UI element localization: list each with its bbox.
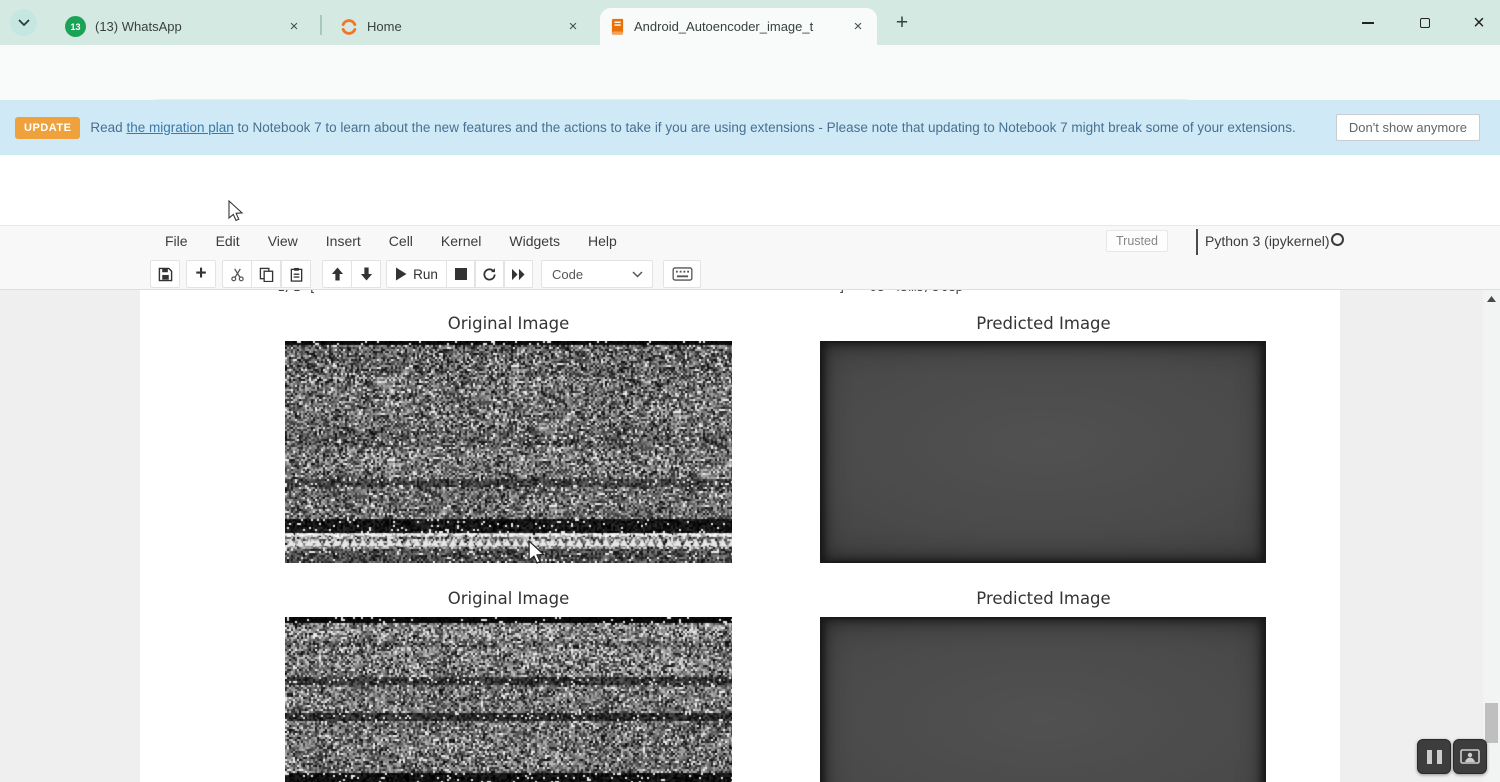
trusted-badge: Trusted bbox=[1106, 230, 1168, 252]
arrow-down-icon bbox=[360, 267, 373, 281]
plot-title-predicted-1: Predicted Image bbox=[820, 314, 1267, 333]
menu-insert[interactable]: Insert bbox=[312, 226, 375, 257]
update-badge: UPDATE bbox=[15, 117, 80, 139]
chevron-down-icon bbox=[632, 271, 643, 278]
notebook-menubar: File Edit View Insert Cell Kernel Widget… bbox=[0, 225, 1500, 257]
browser-toolbar: ← → localhost:8890/notebooks/Android_Aut… bbox=[0, 45, 1500, 100]
original-image-plot-1 bbox=[285, 341, 732, 563]
plot-title-predicted-2: Predicted Image bbox=[820, 589, 1267, 608]
fast-forward-icon bbox=[511, 268, 526, 281]
tab-label: (13) WhatsApp bbox=[95, 19, 277, 34]
play-icon bbox=[395, 267, 407, 281]
jupyter-header: jupyter Android_Autoencoder_image_train … bbox=[0, 155, 1500, 225]
close-icon[interactable]: × bbox=[849, 18, 867, 36]
scissors-icon bbox=[230, 267, 245, 282]
cut-cell-button[interactable] bbox=[222, 260, 252, 288]
screen: { "browser": { "tabs": [ { "label": "(13… bbox=[0, 0, 1500, 782]
notebook-container: 1/1 [ ] - 0s 45ms/step Original Image Pr… bbox=[140, 290, 1340, 782]
add-cell-button[interactable]: + bbox=[186, 260, 216, 288]
window-minimize-button[interactable] bbox=[1357, 12, 1379, 34]
pause-recording-button[interactable] bbox=[1417, 739, 1451, 774]
save-button[interactable] bbox=[150, 260, 180, 288]
page-scrollbar[interactable] bbox=[1483, 290, 1500, 782]
menu-kernel[interactable]: Kernel bbox=[427, 226, 495, 257]
interrupt-kernel-button[interactable] bbox=[446, 260, 475, 288]
tab-search-button[interactable] bbox=[10, 9, 37, 36]
restart-run-all-button[interactable] bbox=[504, 260, 533, 288]
webcam-image-icon bbox=[1460, 749, 1480, 764]
move-cell-down-button[interactable] bbox=[351, 260, 381, 288]
menu-edit[interactable]: Edit bbox=[202, 226, 254, 257]
recorder-overlay bbox=[1417, 739, 1487, 774]
menu-help[interactable]: Help bbox=[574, 226, 631, 257]
banner-text: Read the migration plan to Notebook 7 to… bbox=[90, 120, 1335, 135]
whatsapp-unread-badge: 13 bbox=[70, 22, 80, 32]
kernel-idle-icon bbox=[1331, 233, 1344, 246]
original-image-plot-2 bbox=[285, 617, 732, 782]
restart-kernel-button[interactable] bbox=[475, 260, 504, 288]
keras-progress-fragment: 1/1 [ bbox=[277, 290, 316, 295]
window-maximize-button[interactable] bbox=[1414, 12, 1436, 34]
save-icon bbox=[158, 267, 173, 282]
notebook-site: 1/1 [ ] - 0s 45ms/step Original Image Pr… bbox=[0, 290, 1500, 782]
keras-progress-fragment: ] - 0s 45ms/step bbox=[838, 290, 963, 295]
pause-icon bbox=[1427, 750, 1442, 764]
tab-divider bbox=[320, 15, 322, 35]
restart-icon bbox=[482, 267, 497, 282]
whatsapp-icon: 13 bbox=[65, 16, 86, 37]
scrollbar-thumb[interactable] bbox=[1485, 703, 1498, 743]
plot-title-original-2: Original Image bbox=[285, 589, 732, 608]
arrow-up-icon bbox=[331, 267, 344, 281]
copy-icon bbox=[259, 267, 274, 282]
run-label: Run bbox=[413, 267, 438, 282]
new-tab-button[interactable]: + bbox=[889, 10, 915, 36]
maximize-icon bbox=[1420, 18, 1430, 28]
kernel-separator bbox=[1196, 229, 1198, 255]
tab-label: Android_Autoencoder_image_t bbox=[634, 19, 841, 34]
tab-whatsapp[interactable]: 13 (13) WhatsApp × bbox=[55, 8, 313, 45]
plot-title-original-1: Original Image bbox=[285, 314, 732, 333]
migration-plan-link[interactable]: the migration plan bbox=[126, 120, 233, 135]
notebook-toolbar: + Run bbox=[0, 257, 1500, 290]
paste-icon bbox=[289, 267, 304, 282]
scroll-up-icon bbox=[1487, 296, 1496, 302]
tab-strip: 13 (13) WhatsApp × Home × Android_Autoen… bbox=[0, 0, 1500, 45]
predicted-image-plot-2 bbox=[820, 617, 1266, 782]
close-icon[interactable]: × bbox=[285, 18, 303, 36]
cell-type-select[interactable]: Code bbox=[541, 260, 653, 288]
copy-cell-button[interactable] bbox=[251, 260, 281, 288]
close-icon[interactable]: × bbox=[564, 18, 582, 36]
stop-icon bbox=[455, 268, 467, 280]
minimize-icon bbox=[1362, 22, 1374, 24]
dont-show-anymore-button[interactable]: Don't show anymore bbox=[1336, 114, 1480, 141]
menu-cell[interactable]: Cell bbox=[375, 226, 427, 257]
predicted-image-plot-1 bbox=[820, 341, 1266, 563]
chevron-down-icon bbox=[18, 19, 30, 27]
banner-text-before: Read bbox=[90, 120, 126, 135]
notebook7-migration-banner: UPDATE Read the migration plan to Notebo… bbox=[0, 100, 1500, 155]
tab-notebook-active[interactable]: Android_Autoencoder_image_t × bbox=[600, 8, 877, 45]
webcam-toggle-button[interactable] bbox=[1453, 739, 1487, 774]
jupyter-favicon-icon bbox=[340, 18, 358, 36]
menu-list: File Edit View Insert Cell Kernel Widget… bbox=[151, 226, 631, 257]
scroll-up-button[interactable] bbox=[1483, 292, 1500, 306]
notebook-favicon-icon bbox=[610, 18, 625, 36]
tab-label: Home bbox=[367, 19, 556, 34]
window-close-button[interactable]: × bbox=[1468, 12, 1490, 34]
menu-widgets[interactable]: Widgets bbox=[495, 226, 574, 257]
paste-cell-button[interactable] bbox=[281, 260, 311, 288]
move-cell-up-button[interactable] bbox=[322, 260, 352, 288]
command-palette-button[interactable] bbox=[663, 260, 701, 288]
kernel-name: Python 3 (ipykernel) bbox=[1205, 233, 1330, 249]
keyboard-icon bbox=[672, 267, 693, 281]
menu-view[interactable]: View bbox=[254, 226, 312, 257]
tab-home[interactable]: Home × bbox=[330, 8, 592, 45]
run-cell-button[interactable]: Run bbox=[386, 260, 447, 288]
banner-text-after: to Notebook 7 to learn about the new fea… bbox=[234, 120, 1296, 135]
cell-type-value: Code bbox=[552, 267, 632, 282]
menu-file[interactable]: File bbox=[151, 226, 202, 257]
